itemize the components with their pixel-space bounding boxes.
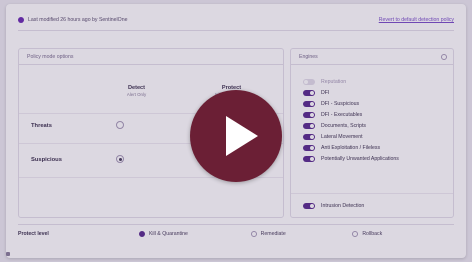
play-button[interactable] — [190, 90, 282, 182]
play-icon — [226, 116, 258, 156]
